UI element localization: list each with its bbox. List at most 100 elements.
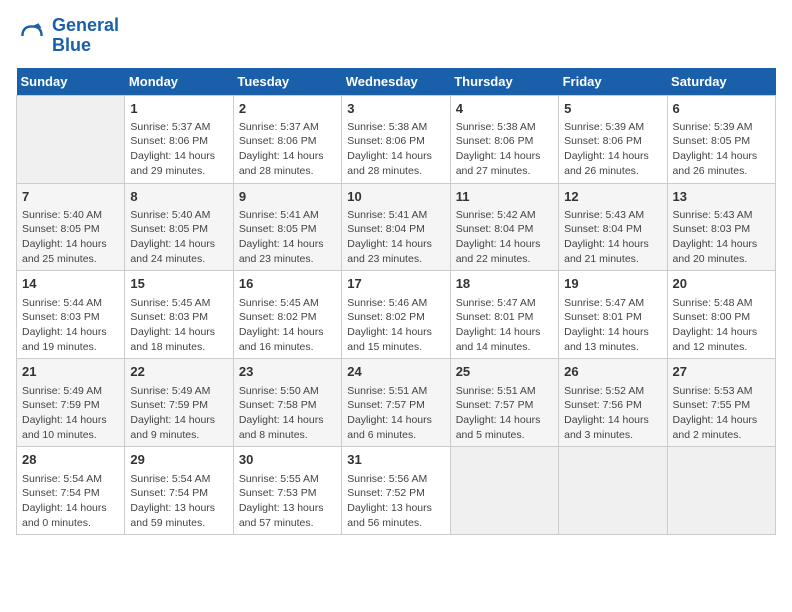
cell-content: Sunrise: 5:55 AM Sunset: 7:53 PM Dayligh… (239, 472, 336, 531)
calendar-cell: 5 Sunrise: 5:39 AM Sunset: 8:06 PM Daylig… (559, 95, 667, 183)
cell-content: Sunrise: 5:49 AM Sunset: 7:59 PM Dayligh… (22, 384, 119, 443)
cell-content: Sunrise: 5:41 AM Sunset: 8:05 PM Dayligh… (239, 208, 336, 267)
logo: General Blue (16, 16, 119, 56)
calendar-cell: 7Sunrise: 5:40 AM Sunset: 8:05 PM Daylig… (17, 183, 125, 271)
calendar-cell (667, 447, 775, 535)
page-header: General Blue (16, 16, 776, 56)
calendar-cell: 2Sunrise: 5:37 AM Sunset: 8:06 PM Daylig… (233, 95, 341, 183)
weekday-header-monday: Monday (125, 68, 233, 96)
weekday-header-wednesday: Wednesday (342, 68, 450, 96)
calendar-cell: 19 Sunrise: 5:47 AM Sunset: 8:01 PM Dayli… (559, 271, 667, 359)
calendar-cell: 12Sunrise: 5:43 AM Sunset: 8:04 PM Dayli… (559, 183, 667, 271)
day-number: 9 (239, 188, 336, 206)
weekday-header-saturday: Saturday (667, 68, 775, 96)
cell-content: Sunrise: 5:54 AM Sunset: 7:54 PM Dayligh… (130, 472, 227, 531)
day-number: 30 (239, 451, 336, 469)
calendar-cell: 25 Sunrise: 5:51 AM Sunset: 7:57 PM Dayli… (450, 359, 558, 447)
day-number: 1 (130, 100, 227, 118)
cell-content: Sunrise: 5:37 AM Sunset: 8:06 PM Dayligh… (239, 120, 336, 179)
calendar-cell: 20 Sunrise: 5:48 AM Sunset: 8:00 PM Dayli… (667, 271, 775, 359)
calendar-cell (450, 447, 558, 535)
day-number: 10 (347, 188, 444, 206)
calendar-cell: 15 Sunrise: 5:45 AM Sunset: 8:03 PM Dayli… (125, 271, 233, 359)
day-number: 17 (347, 275, 444, 293)
cell-content: Sunrise: 5:47 AM Sunset: 8:01 PM Dayligh… (564, 296, 661, 355)
cell-content: Sunrise: 5:45 AM Sunset: 8:03 PM Dayligh… (130, 296, 227, 355)
calendar-cell: 14 Sunrise: 5:44 AM Sunset: 8:03 PM Dayli… (17, 271, 125, 359)
cell-content: Sunrise: 5:47 AM Sunset: 8:01 PM Dayligh… (456, 296, 553, 355)
day-number: 31 (347, 451, 444, 469)
weekday-header-friday: Friday (559, 68, 667, 96)
cell-content: Sunrise: 5:49 AM Sunset: 7:59 PM Dayligh… (130, 384, 227, 443)
calendar-cell: 26 Sunrise: 5:52 AM Sunset: 7:56 PM Dayli… (559, 359, 667, 447)
weekday-header-thursday: Thursday (450, 68, 558, 96)
cell-content: Sunrise: 5:54 AM Sunset: 7:54 PM Dayligh… (22, 472, 119, 531)
cell-content: Sunrise: 5:38 AM Sunset: 8:06 PM Dayligh… (347, 120, 444, 179)
day-number: 23 (239, 363, 336, 381)
day-number: 8 (130, 188, 227, 206)
day-number: 4 (456, 100, 553, 118)
cell-content: Sunrise: 5:53 AM Sunset: 7:55 PM Dayligh… (673, 384, 770, 443)
day-number: 27 (673, 363, 770, 381)
calendar-cell: 6 Sunrise: 5:39 AM Sunset: 8:05 PM Daylig… (667, 95, 775, 183)
cell-content: Sunrise: 5:42 AM Sunset: 8:04 PM Dayligh… (456, 208, 553, 267)
calendar-cell: 18 Sunrise: 5:47 AM Sunset: 8:01 PM Dayli… (450, 271, 558, 359)
calendar-cell: 28Sunrise: 5:54 AM Sunset: 7:54 PM Dayli… (17, 447, 125, 535)
cell-content: Sunrise: 5:39 AM Sunset: 8:05 PM Dayligh… (673, 120, 770, 179)
calendar-cell: 27 Sunrise: 5:53 AM Sunset: 7:55 PM Dayli… (667, 359, 775, 447)
calendar-table: SundayMondayTuesdayWednesdayThursdayFrid… (16, 68, 776, 536)
weekday-header-sunday: Sunday (17, 68, 125, 96)
cell-content: Sunrise: 5:51 AM Sunset: 7:57 PM Dayligh… (456, 384, 553, 443)
calendar-cell: 22 Sunrise: 5:49 AM Sunset: 7:59 PM Dayli… (125, 359, 233, 447)
calendar-cell: 31 Sunrise: 5:56 AM Sunset: 7:52 PM Dayli… (342, 447, 450, 535)
cell-content: Sunrise: 5:43 AM Sunset: 8:04 PM Dayligh… (564, 208, 661, 267)
day-number: 11 (456, 188, 553, 206)
calendar-cell: 11 Sunrise: 5:42 AM Sunset: 8:04 PM Dayli… (450, 183, 558, 271)
day-number: 19 (564, 275, 661, 293)
calendar-cell: 17Sunrise: 5:46 AM Sunset: 8:02 PM Dayli… (342, 271, 450, 359)
calendar-cell: 8 Sunrise: 5:40 AM Sunset: 8:05 PM Daylig… (125, 183, 233, 271)
day-number: 21 (22, 363, 119, 381)
cell-content: Sunrise: 5:40 AM Sunset: 8:05 PM Dayligh… (130, 208, 227, 267)
calendar-cell: 3 Sunrise: 5:38 AM Sunset: 8:06 PM Daylig… (342, 95, 450, 183)
cell-content: Sunrise: 5:52 AM Sunset: 7:56 PM Dayligh… (564, 384, 661, 443)
calendar-cell: 24 Sunrise: 5:51 AM Sunset: 7:57 PM Dayli… (342, 359, 450, 447)
calendar-cell: 10 Sunrise: 5:41 AM Sunset: 8:04 PM Dayli… (342, 183, 450, 271)
cell-content: Sunrise: 5:41 AM Sunset: 8:04 PM Dayligh… (347, 208, 444, 267)
cell-content: Sunrise: 5:37 AM Sunset: 8:06 PM Dayligh… (130, 120, 227, 179)
cell-content: Sunrise: 5:50 AM Sunset: 7:58 PM Dayligh… (239, 384, 336, 443)
calendar-cell: 9 Sunrise: 5:41 AM Sunset: 8:05 PM Daylig… (233, 183, 341, 271)
logo-icon (16, 20, 48, 52)
calendar-cell: 16Sunrise: 5:45 AM Sunset: 8:02 PM Dayli… (233, 271, 341, 359)
cell-content: Sunrise: 5:39 AM Sunset: 8:06 PM Dayligh… (564, 120, 661, 179)
calendar-cell: 30 Sunrise: 5:55 AM Sunset: 7:53 PM Dayli… (233, 447, 341, 535)
day-number: 14 (22, 275, 119, 293)
day-number: 18 (456, 275, 553, 293)
cell-content: Sunrise: 5:43 AM Sunset: 8:03 PM Dayligh… (673, 208, 770, 267)
calendar-cell: 4 Sunrise: 5:38 AM Sunset: 8:06 PM Daylig… (450, 95, 558, 183)
calendar-cell (17, 95, 125, 183)
calendar-cell: 21 Sunrise: 5:49 AM Sunset: 7:59 PM Dayli… (17, 359, 125, 447)
day-number: 26 (564, 363, 661, 381)
day-number: 5 (564, 100, 661, 118)
cell-content: Sunrise: 5:56 AM Sunset: 7:52 PM Dayligh… (347, 472, 444, 531)
day-number: 15 (130, 275, 227, 293)
day-number: 3 (347, 100, 444, 118)
calendar-cell: 29Sunrise: 5:54 AM Sunset: 7:54 PM Dayli… (125, 447, 233, 535)
cell-content: Sunrise: 5:48 AM Sunset: 8:00 PM Dayligh… (673, 296, 770, 355)
cell-content: Sunrise: 5:38 AM Sunset: 8:06 PM Dayligh… (456, 120, 553, 179)
cell-content: Sunrise: 5:44 AM Sunset: 8:03 PM Dayligh… (22, 296, 119, 355)
day-number: 13 (673, 188, 770, 206)
calendar-cell: 1 Sunrise: 5:37 AM Sunset: 8:06 PM Daylig… (125, 95, 233, 183)
cell-content: Sunrise: 5:51 AM Sunset: 7:57 PM Dayligh… (347, 384, 444, 443)
day-number: 16 (239, 275, 336, 293)
calendar-cell (559, 447, 667, 535)
logo-text: General Blue (52, 16, 119, 56)
day-number: 20 (673, 275, 770, 293)
day-number: 25 (456, 363, 553, 381)
day-number: 7 (22, 188, 119, 206)
day-number: 6 (673, 100, 770, 118)
day-number: 24 (347, 363, 444, 381)
day-number: 22 (130, 363, 227, 381)
calendar-cell: 23 Sunrise: 5:50 AM Sunset: 7:58 PM Dayli… (233, 359, 341, 447)
